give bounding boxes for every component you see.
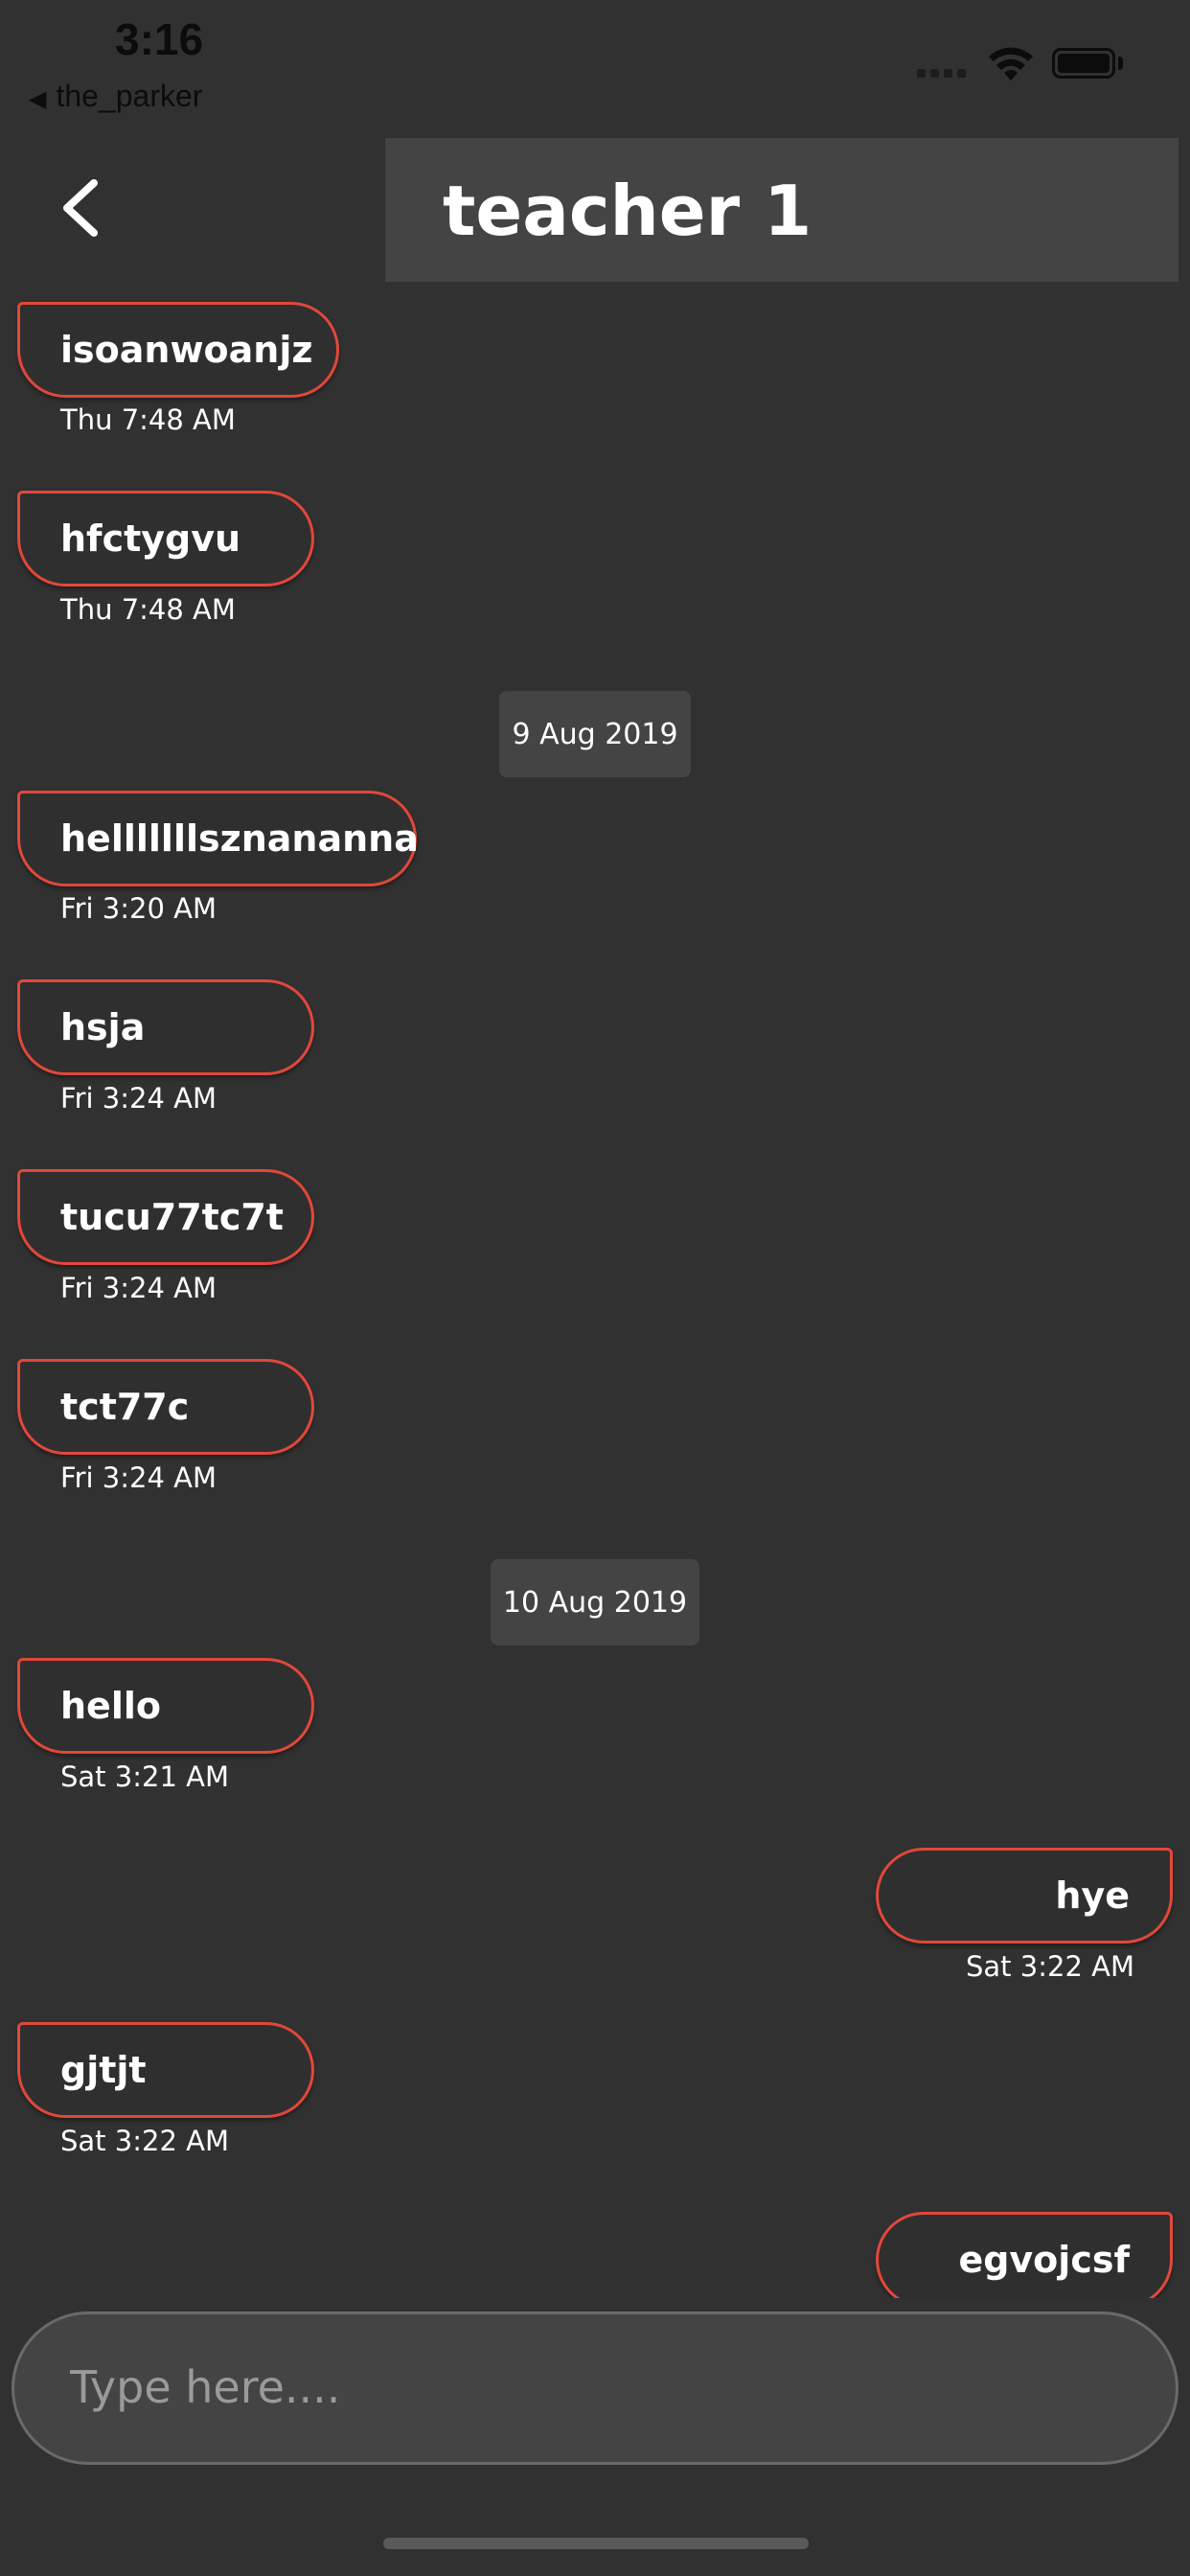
home-indicator[interactable] — [383, 2538, 809, 2549]
message-timestamp: Thu 7:48 AM — [60, 593, 236, 626]
message-bubble[interactable]: gjtjt — [17, 2022, 314, 2118]
message-clip: egvojcsf — [0, 2204, 1190, 2298]
message-timestamp: Sat 3:22 AM — [966, 1950, 1134, 1983]
back-triangle-icon: ◀ — [29, 86, 47, 112]
message-bubble[interactable]: tct77c — [17, 1359, 314, 1455]
message-bubble[interactable]: hfctygvu — [17, 491, 314, 586]
message-timestamp: Thu 7:48 AM — [60, 403, 236, 436]
message-bubble[interactable]: hsja — [17, 979, 314, 1075]
message-timestamp: Fri 3:24 AM — [60, 1082, 217, 1115]
message-bubble[interactable]: hello — [17, 1658, 314, 1754]
chat-title-bar: teacher 1 — [385, 138, 1179, 282]
message-bubble[interactable]: isoanwoanjz — [17, 302, 339, 398]
message-bubble[interactable]: tucu77tc7t — [17, 1169, 314, 1265]
battery-cap — [1118, 57, 1123, 70]
message-timestamp: Sat 3:21 AM — [60, 1760, 229, 1793]
status-time: 3:16 — [115, 14, 204, 64]
message-input[interactable] — [68, 2353, 1107, 2422]
message-timestamp: Fri 3:20 AM — [60, 892, 217, 925]
chat-title: teacher 1 — [443, 171, 812, 251]
date-separator: 9 Aug 2019 — [499, 691, 691, 777]
back-to-app-link[interactable]: ◀ the_parker — [29, 79, 202, 114]
wifi-icon — [989, 47, 1033, 80]
chevron-left-icon[interactable] — [57, 177, 105, 240]
message-timestamp: Fri 3:24 AM — [60, 1272, 217, 1304]
cellular-signal-icon — [917, 69, 966, 78]
date-separator: 10 Aug 2019 — [491, 1559, 699, 1645]
battery-icon — [1052, 48, 1115, 79]
message-timestamp: Fri 3:24 AM — [60, 1461, 217, 1494]
message-timestamp: Sat 3:22 AM — [60, 2125, 229, 2157]
back-app-label: the_parker — [56, 79, 203, 113]
message-bubble[interactable]: helllllllsznananna — [17, 791, 419, 886]
message-bubble[interactable]: hye — [876, 1848, 1173, 1944]
message-bubble[interactable]: egvojcsf — [876, 2212, 1173, 2298]
message-composer[interactable] — [11, 2312, 1179, 2465]
